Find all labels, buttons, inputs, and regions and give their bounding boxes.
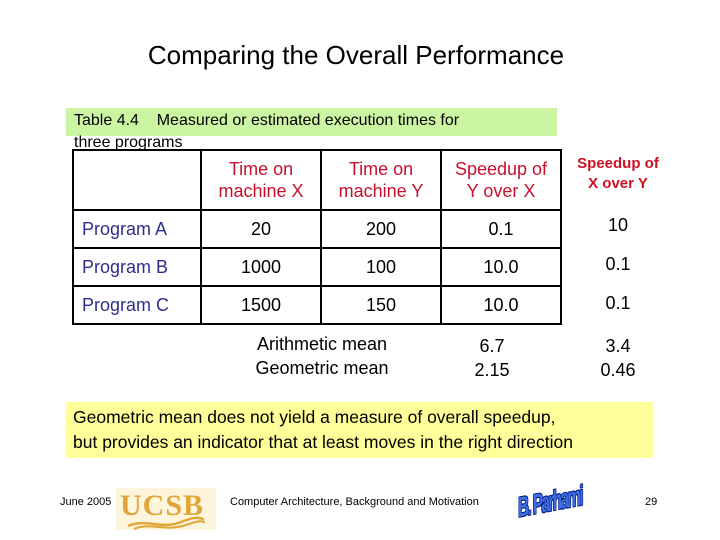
- note-line: Geometric mean does not yield a measure …: [73, 407, 556, 427]
- speedup-x-over-y-cell: 0.1: [605, 254, 631, 274]
- table-row: Program A 20 200 0.1: [72, 209, 562, 249]
- header-line: machine X: [218, 181, 304, 201]
- arithmetic-mean-y-over-x: 6.7: [479, 336, 505, 356]
- table-caption: Table 4.4 Measured or estimated executio…: [74, 112, 460, 129]
- geometric-mean-label: Geometric mean: [255, 358, 389, 378]
- header-line: Time on: [228, 159, 294, 179]
- note-text: Geometric mean does not yield a measure …: [73, 405, 573, 455]
- footer-course-title: Computer Architecture, Background and Mo…: [230, 496, 479, 508]
- wave-icon: [127, 516, 206, 530]
- arithmetic-mean-x-over-y: 3.4: [605, 336, 631, 356]
- slide-title: Comparing the Overall Performance: [147, 40, 565, 70]
- header-line: Speedup of: [577, 155, 659, 172]
- speedup-x-over-y-cell: 0.1: [605, 293, 631, 313]
- author-logo: B. Parhami: [514, 480, 606, 534]
- time-y-cell: 100: [320, 247, 442, 287]
- header-time-on-machine-x: Time on machine X: [200, 149, 322, 211]
- program-name: Program A: [72, 209, 202, 249]
- execution-times-table: Time on machine X Time on machine Y Spee…: [72, 149, 562, 325]
- geometric-mean-x-over-y: 0.46: [600, 360, 636, 380]
- program-name: Program C: [72, 285, 202, 325]
- geometric-mean-y-over-x: 2.15: [474, 360, 510, 380]
- table-row: Program C 1500 150 10.0: [72, 285, 562, 325]
- page-number: 29: [645, 496, 658, 508]
- time-y-cell: 200: [320, 209, 442, 249]
- note-line: but provides an indicator that at least …: [73, 432, 573, 452]
- header-line: Time on: [348, 159, 414, 179]
- time-x-cell: 1500: [200, 285, 322, 325]
- header-line: X over Y: [588, 175, 648, 192]
- program-name: Program B: [72, 247, 202, 287]
- author-logo-text: B. Parhami: [518, 479, 582, 523]
- time-x-cell: 20: [200, 209, 322, 249]
- ucsb-logo: UCSB: [116, 488, 216, 530]
- means-y-over-x: 6.7 2.15: [432, 334, 552, 382]
- header-line: machine Y: [338, 181, 424, 201]
- speedup-y-over-x-cell: 10.0: [440, 285, 562, 325]
- header-speedup-x-over-y: Speedup of X over Y: [556, 154, 680, 194]
- time-y-cell: 150: [320, 285, 442, 325]
- speedup-y-over-x-cell: 0.1: [440, 209, 562, 249]
- means-labels: Arithmetic mean Geometric mean: [222, 332, 422, 380]
- footer-date: June 2005: [60, 496, 112, 508]
- time-x-cell: 1000: [200, 247, 322, 287]
- header-speedup-y-over-x: Speedup of Y over X: [440, 149, 562, 211]
- arithmetic-mean-label: Arithmetic mean: [256, 334, 388, 354]
- means-x-over-y: 3.4 0.46: [558, 334, 678, 382]
- table-caption-continued: three programs: [74, 135, 183, 149]
- speedup-x-over-y-cell: 10: [607, 215, 629, 235]
- header-cell-empty: [72, 149, 202, 211]
- header-time-on-machine-y: Time on machine Y: [320, 149, 442, 211]
- table-row: Program B 1000 100 10.0: [72, 247, 562, 287]
- speedup-y-over-x-cell: 10.0: [440, 247, 562, 287]
- table-header-row: Time on machine X Time on machine Y Spee…: [72, 149, 562, 211]
- header-line: Speedup of: [454, 159, 548, 179]
- header-line: Y over X: [466, 181, 536, 201]
